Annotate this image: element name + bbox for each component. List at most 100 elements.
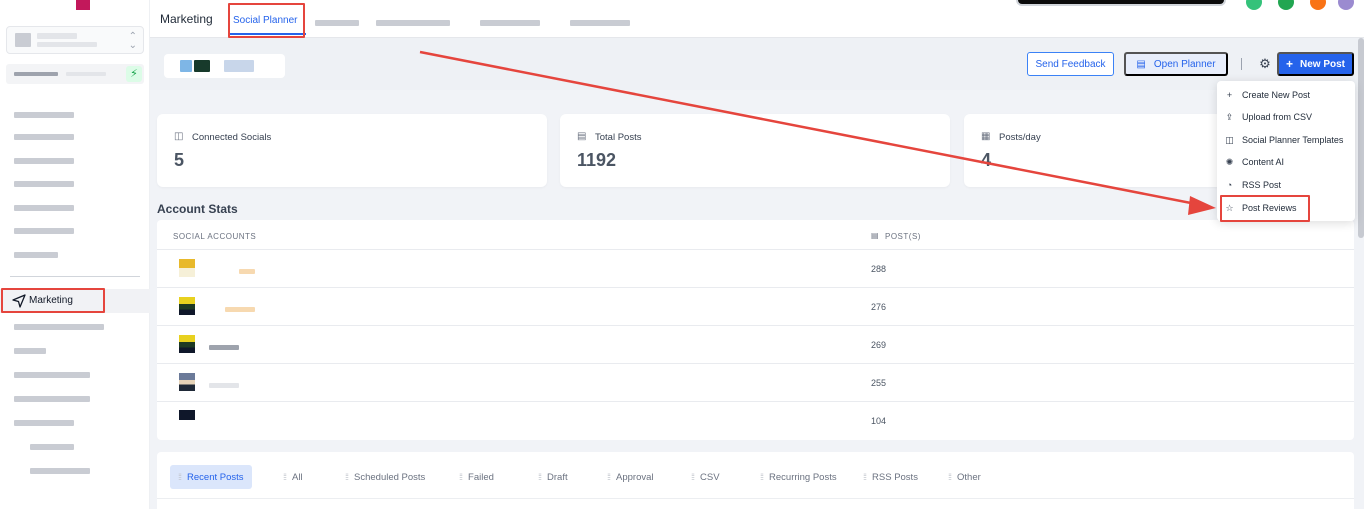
ai-icon: ✺ xyxy=(1225,156,1234,167)
stat-label: Total Posts xyxy=(595,132,642,143)
account-selector[interactable] xyxy=(164,54,285,78)
account-stats-title: Account Stats xyxy=(157,202,238,216)
tab-other[interactable]: ⁞⁞ Other xyxy=(948,465,981,489)
menu-item-label: Content AI xyxy=(1242,157,1285,167)
table-row[interactable]: 104 xyxy=(157,401,1354,439)
new-post-label: New Post xyxy=(1300,58,1346,70)
account-avatar xyxy=(179,297,195,315)
annotation-box-post-reviews xyxy=(1220,195,1310,222)
notification-icon[interactable] xyxy=(1310,0,1326,10)
menu-item-label: RSS Post xyxy=(1242,180,1282,190)
tab-label: Draft xyxy=(547,471,568,483)
tab-label: Recent Posts xyxy=(187,471,244,483)
post-count: 255 xyxy=(871,378,887,388)
quick-search-hint xyxy=(66,72,106,76)
table-row[interactable]: 288 xyxy=(157,249,1354,287)
account-avatar xyxy=(179,259,195,277)
drag-handle-icon: ⁞⁞ xyxy=(863,472,867,482)
tab-label: Recurring Posts xyxy=(769,471,837,483)
menu-item-create-new-post[interactable]: + Create New Post xyxy=(1217,84,1355,106)
stat-value: 1192 xyxy=(577,150,617,170)
server-icon: ▤ xyxy=(871,231,879,240)
drag-handle-icon: ⁞⁞ xyxy=(283,472,287,482)
drag-handle-icon: ⁞⁞ xyxy=(459,472,463,482)
tab-scheduled-posts[interactable]: ⁞⁞ Scheduled Posts xyxy=(345,465,425,489)
stat-label: Posts/day xyxy=(999,132,1041,143)
calendar-icon: ▤ xyxy=(1136,58,1146,70)
column-header-social-accounts: SOCIAL ACCOUNTS xyxy=(173,232,257,241)
page-scrollbar[interactable] xyxy=(1358,38,1364,238)
account-avatar xyxy=(179,335,195,353)
open-planner-button[interactable]: ▤ Open Planner xyxy=(1124,52,1228,76)
tab-draft[interactable]: ⁞⁞ Draft xyxy=(538,465,568,489)
annotation-box-marketing xyxy=(1,288,105,313)
location-address xyxy=(37,42,97,47)
plus-icon: + xyxy=(1285,57,1293,71)
table-row[interactable]: 276 xyxy=(157,287,1354,325)
tab-csv[interactable]: ⁞⁞ CSV xyxy=(691,465,720,489)
stat-value: 4 xyxy=(981,150,992,170)
post-count: 288 xyxy=(871,264,887,274)
avatar[interactable] xyxy=(1338,0,1354,10)
tab-label: Scheduled Posts xyxy=(354,471,426,483)
sidebar: ⌃ ⌄ ⚡ Marketing xyxy=(0,0,150,509)
drag-handle-icon: ⁞⁞ xyxy=(345,472,349,482)
tab-recent-posts[interactable]: ⁞⁞ Recent Posts xyxy=(170,465,252,489)
sidebar-divider xyxy=(10,276,140,277)
send-feedback-button[interactable]: Send Feedback xyxy=(1027,52,1114,76)
location-switcher[interactable]: ⌃ ⌄ xyxy=(6,26,144,54)
table-row[interactable]: 269 xyxy=(157,325,1354,363)
menu-item-upload-csv[interactable]: ⇪ Upload from CSV xyxy=(1217,106,1355,128)
global-search-bar[interactable] xyxy=(1016,0,1226,6)
stat-card-total-posts: ▤ Total Posts 1192 xyxy=(560,114,950,187)
annotation-box-social-planner xyxy=(228,3,305,38)
tab-label: RSS Posts xyxy=(872,471,918,483)
post-count: 269 xyxy=(871,340,887,350)
post-count: 276 xyxy=(871,302,887,312)
account-stats-table: SOCIAL ACCOUNTS ▤ POST(S) 288 276 269 25… xyxy=(157,220,1354,440)
menu-item-content-ai[interactable]: ✺ Content AI xyxy=(1217,151,1355,173)
menu-item-social-planner-templates[interactable]: ◫ Social Planner Templates xyxy=(1217,129,1355,151)
drag-handle-icon: ⁞⁞ xyxy=(607,472,611,482)
stat-label: Connected Socials xyxy=(192,132,272,143)
tab-label: Approval xyxy=(616,471,654,483)
tab-divider xyxy=(157,498,1354,499)
table-row[interactable]: 255 xyxy=(157,363,1354,401)
phone-icon[interactable] xyxy=(1278,0,1294,10)
tab-all[interactable]: ⁞⁞ All xyxy=(283,465,303,489)
tab-label: Other xyxy=(957,471,981,483)
account-avatar xyxy=(179,410,195,420)
column-header-posts: POST(S) xyxy=(885,232,921,241)
menu-item-label: Create New Post xyxy=(1242,90,1311,100)
drag-handle-icon: ⁞⁞ xyxy=(538,472,542,482)
tab-rss-posts[interactable]: ⁞⁞ RSS Posts xyxy=(863,465,918,489)
tab-failed[interactable]: ⁞⁞ Failed xyxy=(459,465,494,489)
gear-icon[interactable]: ⚙ xyxy=(1257,56,1273,72)
location-name xyxy=(37,33,77,39)
template-icon: ◫ xyxy=(1225,134,1234,145)
plus-icon: + xyxy=(1226,90,1233,100)
account-avatar xyxy=(179,373,195,391)
post-count: 104 xyxy=(871,416,887,426)
status-icon[interactable] xyxy=(1246,0,1262,10)
calendar-grid-icon: ▦ xyxy=(981,131,991,142)
server-icon: ▤ xyxy=(577,131,587,142)
stat-card-connected-socials: ◫ Connected Socials 5 xyxy=(157,114,547,187)
new-post-button[interactable]: + New Post xyxy=(1277,52,1354,76)
rss-icon: ◔ xyxy=(1226,180,1233,190)
menu-item-label: Social Planner Templates xyxy=(1242,135,1344,145)
location-avatar xyxy=(15,33,31,47)
tab-label: CSV xyxy=(700,471,720,483)
main-content: Send Feedback ▤ Open Planner ⚙ + New Pos… xyxy=(150,38,1364,509)
menu-item-rss-post[interactable]: ◔ RSS Post xyxy=(1217,174,1355,196)
database-icon: ◫ xyxy=(174,131,184,142)
open-planner-label: Open Planner xyxy=(1153,58,1216,70)
lightning-icon[interactable]: ⚡ xyxy=(126,66,142,82)
tab-approval[interactable]: ⁞⁞ Approval xyxy=(607,465,654,489)
quick-search[interactable]: ⚡ xyxy=(6,64,144,84)
tab-label: Failed xyxy=(468,471,494,483)
chevron-updown-icon: ⌃ ⌄ xyxy=(128,31,137,51)
quick-search-label xyxy=(14,72,58,76)
tab-recurring-posts[interactable]: ⁞⁞ Recurring Posts xyxy=(760,465,837,489)
drag-handle-icon: ⁞⁞ xyxy=(178,472,182,482)
